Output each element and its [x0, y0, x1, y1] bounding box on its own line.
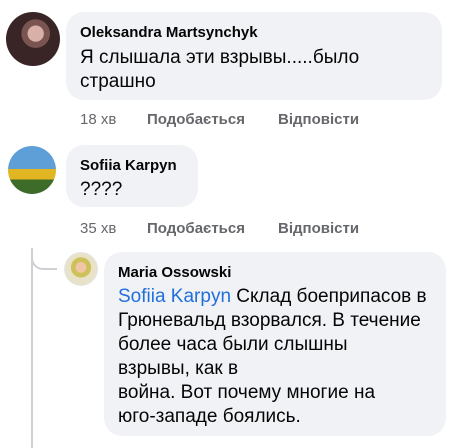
reply-text: Склад боеприпасов в — [231, 286, 427, 307]
comment-text-line: Я слышала эти взрывы.....было — [80, 47, 360, 68]
thread-curve — [31, 248, 57, 270]
comment-text-line: страшно — [80, 71, 156, 92]
reply-author[interactable]: Maria Ossowski — [118, 264, 231, 281]
avatar-sofiia[interactable] — [8, 146, 56, 194]
reply-button[interactable]: Відповісти — [278, 220, 359, 237]
comment-bubble: Oleksandra Martsynchyk Я слышала эти взр… — [66, 12, 442, 100]
comment-timestamp[interactable]: 35 хв — [80, 220, 116, 237]
comment-author[interactable]: Sofiia Karpyn — [80, 157, 177, 174]
thread-line — [31, 248, 33, 448]
reply-button[interactable]: Відповісти — [278, 111, 359, 128]
reply-bubble: Maria Ossowski Sofiia Karpyn Склад боепр… — [104, 252, 446, 436]
reply-text-line: более часа были слышны — [118, 334, 348, 355]
mention-link[interactable]: Sofiia Karpyn — [118, 286, 231, 307]
comment-actions: 18 хв Подобається Відповісти — [80, 111, 440, 131]
like-button[interactable]: Подобається — [147, 111, 245, 128]
reply-text-line: война. Вот почему многие на — [118, 382, 376, 403]
reply-text-line: Грюневальд взорвался. В течение — [118, 310, 421, 331]
like-button[interactable]: Подобається — [147, 220, 245, 237]
reply-text-line: юго-западе боялись. — [118, 406, 301, 427]
reply-text-line: взрывы, как в — [118, 358, 239, 379]
comment-author[interactable]: Oleksandra Martsynchyk — [80, 24, 258, 41]
comment-actions: 35 хв Подобається Відповісти — [80, 220, 440, 240]
avatar-maria[interactable] — [64, 252, 98, 286]
comment-bubble: Sofiia Karpyn ???? — [66, 145, 198, 207]
avatar-oleksandra[interactable] — [6, 12, 60, 66]
comment-text-line: ???? — [80, 179, 123, 200]
comment-timestamp[interactable]: 18 хв — [80, 111, 116, 128]
reply-text-line: Sofiia Karpyn Склад боеприпасов в — [118, 285, 427, 309]
